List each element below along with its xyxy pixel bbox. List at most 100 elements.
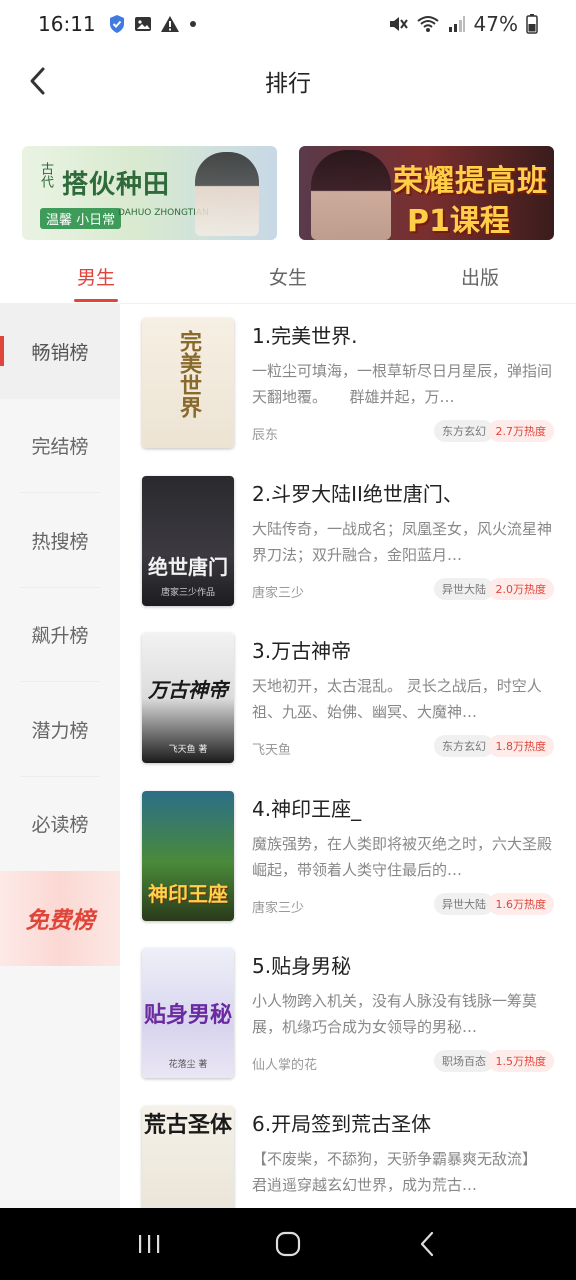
nav-back-button[interactable] [402,1219,452,1269]
book-author: 飞天鱼 [252,743,292,758]
sidebar-item-hot-search[interactable]: 热搜榜 [0,493,120,588]
sidebar-item-completed[interactable]: 完结榜 [0,399,120,493]
heat-badge: 1.8万热度 [487,735,554,757]
sidebar-item-label: 完结榜 [31,436,89,459]
banner-row: 古代 搭伙种田 温馨 小日常 DAHUO ZHONGTIAN 荣耀提高班 P1课… [22,146,554,240]
dot-icon [188,19,198,29]
sidebar-item-label: 飙升榜 [31,625,89,648]
cover-title: 神印王座 [148,881,228,906]
home-button[interactable] [263,1219,313,1269]
sidebar-item-bestseller[interactable]: 畅销榜 [0,304,120,399]
book-author: 辰东 [252,428,279,443]
genre-badge: 职场百态 [434,1050,494,1072]
sidebar-item-must-read[interactable]: 必读榜 [0,777,120,872]
banner-dahuo-zhongtian[interactable]: 古代 搭伙种田 温馨 小日常 DAHUO ZHONGTIAN [22,146,277,240]
status-bar: 16:11 47% [0,0,576,48]
book-cover[interactable]: 绝世唐门 唐家三少作品 [142,475,234,606]
back-icon [420,1231,433,1257]
tab-publish[interactable]: 出版 [384,248,576,304]
list-item[interactable]: 神印王座 4.神印王座_ 魔族强势，在人类即将被灭绝之时，六大圣殿崛起，带领着人… [120,777,576,935]
cover-title: 完美世界 [176,330,201,418]
book-author: 仙人掌的花 [252,1058,318,1073]
warning-icon [160,15,180,33]
book-cover[interactable]: 神印王座 [142,790,234,921]
status-time: 16:11 [38,12,96,36]
recent-apps-button[interactable] [124,1219,174,1269]
book-cover[interactable]: 万古神帝 飞天鱼 著 [142,633,234,763]
book-description: 【不废柴，不舔狗，天骄争霸暴爽无敌流】 君逍遥穿越玄幻世界，成为荒古… [252,1149,538,1194]
banner-illustration [195,152,259,236]
banner-tag: 温馨 小日常 [40,208,122,229]
sidebar-item-label: 畅销榜 [31,341,89,364]
status-right: 47% [388,12,538,36]
list-item[interactable]: 荒古圣体 6.开局签到荒古圣体 【不废柴，不舔狗，天骄争霸暴爽无敌流】 君逍遥穿… [120,1092,576,1208]
cover-title: 万古神帝 [148,678,228,703]
banner-course[interactable]: 荣耀提高班 P1课程 [299,146,554,240]
book-description: 一粒尘可填海，一根草斩尽日月星辰，弹指间天翻地覆。 群雄并起，万… [252,362,552,406]
status-left-icons [108,14,198,34]
home-icon [275,1231,301,1257]
book-title: 1.完美世界. [252,324,358,348]
chevron-left-icon [30,67,45,95]
sidebar-item-rising[interactable]: 飙升榜 [0,588,120,682]
shield-icon [108,14,126,34]
book-list: 完美世界 1.完美世界. 一粒尘可填海，一根草斩尽日月星辰，弹指间天翻地覆。 群… [120,304,576,1208]
cover-title: 绝世唐门 [148,554,228,579]
tab-female[interactable]: 女生 [192,248,384,304]
cover-author: 飞天鱼 著 [168,745,208,755]
wifi-icon [416,15,440,33]
book-description: 天地初开，太古混乱。 灵长之战后，时空人祖、九巫、始佛、幽冥、大魔神… [252,677,542,721]
genre-badge: 异世大陆 [434,577,494,600]
sidebar-item-label: 热搜榜 [31,530,89,553]
banner-title: 荣耀提高班 [393,164,548,199]
sidebar-item-label: 必读榜 [31,814,89,837]
heat-badge: 1.6万热度 [487,892,554,915]
sidebar-item-label: 免费榜 [25,908,95,935]
back-button[interactable] [20,64,54,98]
battery-percent: 47% [473,12,518,36]
book-title: 3.万古神帝 [252,639,352,663]
list-item[interactable]: 完美世界 1.完美世界. 一粒尘可填海，一根草斩尽日月星辰，弹指间天翻地覆。 群… [120,304,576,462]
book-title: 5.贴身男秘 [252,954,352,978]
image-icon [134,15,152,33]
sidebar-item-free[interactable]: 免费榜 [0,871,120,966]
cover-author: 花落尘 著 [168,1060,208,1070]
cover-title: 荒古圣体 [143,1112,232,1138]
book-author: 唐家三少 [252,900,305,916]
ranking-sidebar: 畅销榜 完结榜 热搜榜 飙升榜 潜力榜 必读榜 免费榜 [0,304,120,1208]
book-description: 小人物跨入机关，没有人脉没有钱脉一筹莫展，机缘巧合成为女领导的男秘… [252,992,538,1036]
book-cover[interactable]: 荒古圣体 [142,1105,234,1208]
recent-apps-icon [139,1235,160,1253]
book-author: 唐家三少 [252,585,305,601]
heat-badge: 1.5万热度 [487,1050,554,1072]
mute-icon [388,15,408,33]
signal-icon [448,15,466,33]
cover-title: 贴身男秘 [143,1002,232,1028]
book-title: 4.神印王座_ [252,796,362,821]
banner-badge: 古代 [38,162,53,188]
list-item[interactable]: 万古神帝 飞天鱼 著 3.万古神帝 天地初开，太古混乱。 灵长之战后，时空人祖、… [120,619,576,777]
banner-illustration [311,150,391,240]
genre-badge: 东方玄幻 [434,420,494,442]
app-header: 排行 [0,48,576,114]
battery-icon [526,14,538,34]
genre-badge: 东方玄幻 [434,735,494,757]
banner-title: 搭伙种田 [62,170,171,200]
heat-badge: 2.0万热度 [487,577,554,600]
tab-male[interactable]: 男生 [0,248,192,304]
sidebar-item-potential[interactable]: 潜力榜 [0,682,120,777]
book-description: 魔族强势，在人类即将被灭绝之时，六大圣殿崛起，带领着人类守住最后的… [252,834,552,879]
book-title: 2.斗罗大陆II绝世唐门、 [252,481,463,506]
list-item[interactable]: 贴身男秘 花落尘 著 5.贴身男秘 小人物跨入机关，没有人脉没有钱脉一筹莫展，机… [120,934,576,1092]
book-cover[interactable]: 贴身男秘 花落尘 著 [142,948,234,1078]
cover-author: 唐家三少作品 [160,587,215,598]
list-item[interactable]: 绝世唐门 唐家三少作品 2.斗罗大陆II绝世唐门、 大陆传奇，一战成名；凤凰圣女… [120,462,576,620]
book-cover[interactable]: 完美世界 [142,318,234,448]
genre-badge: 异世大陆 [434,892,494,915]
system-nav-bar [0,1208,576,1280]
book-title: 6.开局签到荒古圣体 [252,1111,432,1136]
banner-subtitle: P1课程 [407,204,510,239]
heat-badge: 2.7万热度 [487,420,554,442]
book-description: 大陆传奇，一战成名；凤凰圣女，风火流星神界刀法；双升融合，金阳蓝月… [252,519,552,564]
sidebar-item-label: 潜力榜 [31,719,89,742]
